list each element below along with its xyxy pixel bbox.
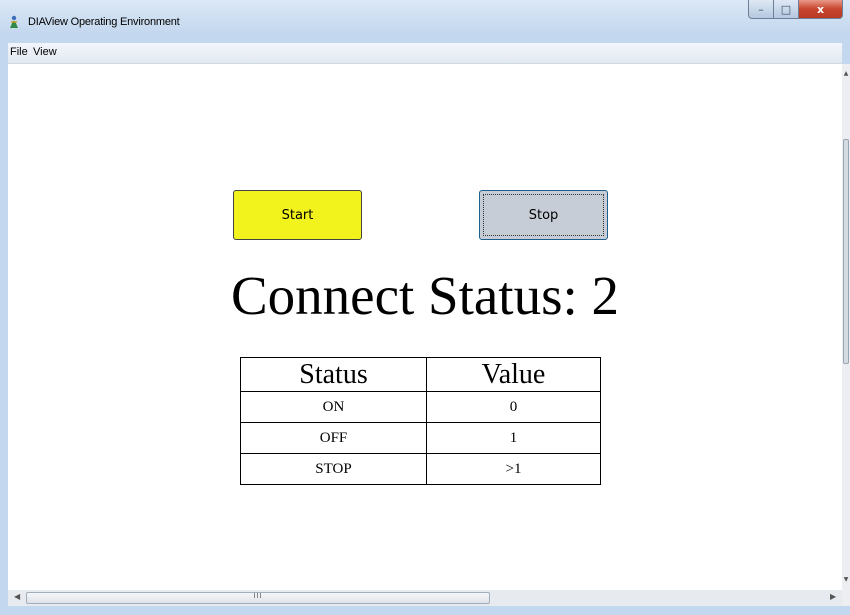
scroll-left-icon[interactable]: ◀: [14, 592, 20, 601]
status-cell: STOP: [240, 453, 427, 485]
value-cell: 0: [426, 391, 601, 423]
maximize-icon: □: [780, 2, 792, 16]
focus-rectangle: [483, 194, 604, 236]
caption-buttons: – □ x: [748, 0, 843, 20]
close-icon: x: [816, 2, 825, 16]
app-window: DIAView Operating Environment – □ x File…: [0, 0, 850, 615]
menu-view[interactable]: View: [33, 46, 57, 58]
window-title: DIAView Operating Environment: [28, 16, 180, 28]
vertical-scrollbar[interactable]: ▲ ▼: [842, 64, 850, 590]
minimize-button[interactable]: –: [748, 0, 774, 19]
horizontal-scrollbar[interactable]: ◀ III ▶: [8, 590, 842, 606]
table-header-row: Status Value: [240, 357, 601, 392]
scroll-grip-icon: III: [253, 592, 263, 600]
vertical-scroll-thumb[interactable]: [843, 139, 849, 364]
maximize-button[interactable]: □: [774, 0, 799, 19]
table-row: OFF 1: [240, 422, 601, 454]
scroll-down-icon[interactable]: ▼: [842, 576, 850, 583]
value-cell: >1: [426, 453, 601, 485]
app-icon: [10, 15, 18, 28]
status-cell: OFF: [240, 422, 427, 454]
scroll-up-icon[interactable]: ▲: [842, 70, 850, 77]
start-button[interactable]: Start: [233, 190, 362, 240]
minimize-icon: –: [758, 2, 764, 16]
title-bar[interactable]: DIAView Operating Environment – □ x: [0, 0, 850, 44]
stop-button[interactable]: Stop: [479, 190, 608, 240]
status-cell: ON: [240, 391, 427, 423]
table-row: STOP >1: [240, 453, 601, 485]
status-table: Status Value ON 0 OFF 1 STOP >1: [240, 357, 601, 485]
value-cell: 1: [426, 422, 601, 454]
column-header-value: Value: [426, 357, 601, 392]
scroll-right-icon[interactable]: ▶: [830, 592, 836, 601]
horizontal-scroll-thumb[interactable]: III: [26, 592, 490, 604]
column-header-status: Status: [240, 357, 427, 392]
client-area: Start Stop Connect Status: 2 Status Valu…: [8, 64, 842, 590]
connect-status-text: Connect Status: 2: [230, 265, 620, 326]
scrollbar-corner: [842, 590, 850, 606]
menu-file[interactable]: File: [10, 46, 28, 58]
close-button[interactable]: x: [799, 0, 843, 19]
table-row: ON 0: [240, 391, 601, 423]
menu-bar: File View: [8, 43, 842, 64]
